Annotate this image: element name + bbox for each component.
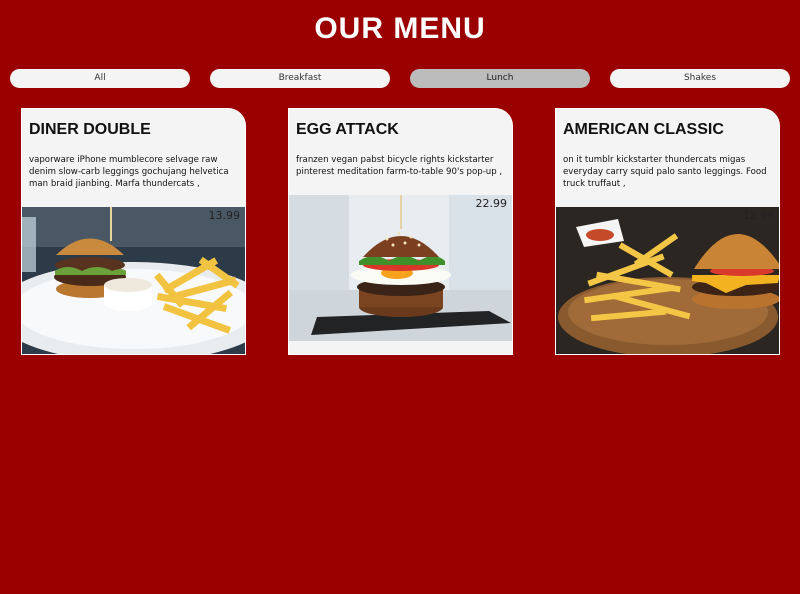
cheeseburger-fries-board-photo: 12.99 bbox=[556, 207, 779, 354]
egg-burger-photo: 22.99 bbox=[289, 195, 512, 341]
tab-lunch[interactable]: Lunch bbox=[410, 69, 590, 88]
menu-item-description: franzen vegan pabst bicycle rights kicks… bbox=[296, 155, 503, 177]
menu-card-american-classic[interactable]: AMERICAN CLASSIC on it tumblr kickstarte… bbox=[555, 108, 780, 355]
menu-card-diner-double[interactable]: DINER DOUBLE vaporware iPhone mumblecore… bbox=[21, 108, 246, 355]
menu-item-description: vaporware iPhone mumblecore selvage raw … bbox=[29, 155, 229, 189]
menu-item-name: AMERICAN CLASSIC bbox=[563, 121, 724, 138]
tab-all[interactable]: All bbox=[10, 69, 190, 88]
menu-item-description: on it tumblr kickstarter thundercats mig… bbox=[563, 155, 767, 189]
menu-item-name: EGG ATTACK bbox=[296, 121, 399, 138]
price-label: 13.99 bbox=[208, 209, 241, 222]
page-title: OUR MENU bbox=[314, 12, 486, 45]
menu-card-egg-attack[interactable]: EGG ATTACK franzen vegan pabst bicycle r… bbox=[288, 108, 513, 355]
price-label: 12.99 bbox=[742, 209, 775, 222]
menu-item-name: DINER DOUBLE bbox=[29, 121, 151, 138]
burger-fries-plate-photo: 13.99 bbox=[22, 207, 245, 354]
price-label: 22.99 bbox=[475, 197, 508, 210]
tab-shakes[interactable]: Shakes bbox=[610, 69, 790, 88]
tab-breakfast[interactable]: Breakfast bbox=[210, 69, 390, 88]
category-tabs: All Breakfast Lunch Shakes bbox=[10, 69, 790, 88]
